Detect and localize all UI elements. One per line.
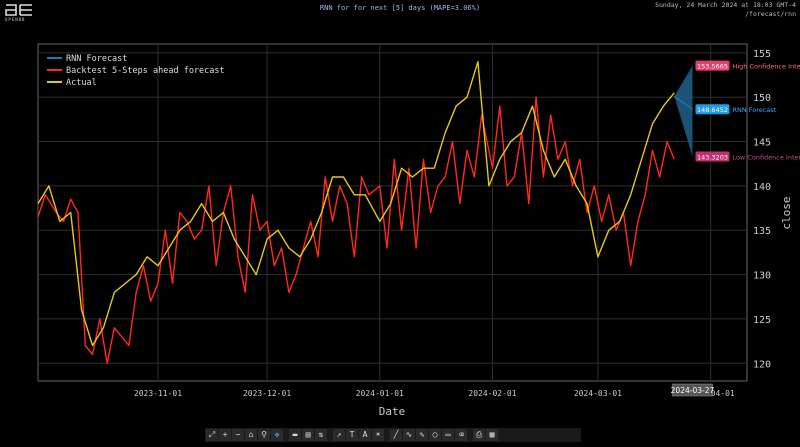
x-tick-label: 2024-03-01 <box>574 389 622 398</box>
y-tick-label: 155 <box>753 49 771 60</box>
annotation-text: High Confidence Interval (95.0%) <box>732 63 800 71</box>
chart[interactable]: 2023-11-01 2023-12-01 2024-01-01 2024-02-01… <box>0 26 800 426</box>
download-csv-icon[interactable]: ▦ <box>486 429 498 441</box>
autoscale-icon[interactable]: ⤢ <box>206 429 218 441</box>
flip-axis-icon[interactable]: ⇅ <box>315 429 327 441</box>
draw-circle-icon[interactable]: ◯ <box>429 429 441 441</box>
y-tick-label: 145 <box>753 138 771 149</box>
header-date: Sunday, 24 March 2024 at 18:03 GMT-4 /fo… <box>655 1 796 19</box>
add-title-icon[interactable]: T <box>346 429 358 441</box>
dark-mode-icon[interactable]: ☀ <box>372 429 384 441</box>
remove-legend-icon[interactable]: ▬ <box>289 429 301 441</box>
draw-rect-icon[interactable]: ▭ <box>442 429 454 441</box>
y-tick-label: 150 <box>753 93 771 104</box>
annotation-text: Low Confidence Interval (5.0%) <box>732 153 800 161</box>
modebar: ⤢ + − ⌂ ⚲ ✥ ▬ ▤ ⇅ ↗ T A ☀ ╱ ∿ ✎ ◯ ▭ ⌫ ⎙ ▦ <box>205 428 581 442</box>
download-image-icon[interactable]: ⎙ <box>473 429 485 441</box>
erase-shape-icon[interactable]: ⌫ <box>455 429 467 441</box>
zoom-icon[interactable]: ⚲ <box>258 429 270 441</box>
y-tick-label: 140 <box>753 182 771 193</box>
annotation-text: RNN Forecast <box>732 106 776 114</box>
x-tick-label: 2024-01-01 <box>356 389 404 398</box>
command-path: /forecast/rnn <box>745 10 796 18</box>
x-tick-label: 2023-12-01 <box>243 389 291 398</box>
annotation-value: 153.5665 <box>697 63 728 71</box>
hover-x-label: 2024-03-27 <box>671 383 715 397</box>
timestamp: Sunday, 24 March 2024 at 18:03 GMT-4 <box>655 1 796 9</box>
y-axis-label: close <box>780 196 793 229</box>
x-tick-labels: 2023-11-01 2023-12-01 2024-01-01 2024-02-01… <box>134 389 735 398</box>
legend-entry[interactable]: Backtest 5-Steps ahead forecast <box>66 66 225 76</box>
header: OPENBB RNN for for next [5] days (MAPE=3… <box>0 0 800 26</box>
legend-entry[interactable]: Actual <box>66 78 97 88</box>
annotation-value: 143.3203 <box>697 153 728 161</box>
draw-freehand-icon[interactable]: ✎ <box>416 429 428 441</box>
legend-entry[interactable]: RNN Forecast <box>66 54 127 64</box>
y-tick-label: 130 <box>753 271 771 282</box>
draw-line-icon[interactable]: ╱ <box>390 429 402 441</box>
toggle-legend-icon[interactable]: ▤ <box>302 429 314 441</box>
x-tick-label: 2023-11-01 <box>134 389 182 398</box>
change-scale-icon[interactable]: ↗ <box>333 429 345 441</box>
y-tick-label: 125 <box>753 315 771 326</box>
add-text-icon[interactable]: A <box>359 429 371 441</box>
x-tick-label: 2024-02-01 <box>468 389 516 398</box>
y-tick-label: 135 <box>753 226 771 237</box>
draw-open-path-icon[interactable]: ∿ <box>403 429 415 441</box>
zoom-in-icon[interactable]: + <box>219 429 231 441</box>
pan-icon[interactable]: ✥ <box>271 429 283 441</box>
hover-label-text: 2024-03-27 <box>671 386 715 395</box>
y-tick-labels: 120 125 130 135 140 145 150 155 <box>753 49 771 370</box>
zoom-out-icon[interactable]: − <box>232 429 244 441</box>
annotation-value: 148.6452 <box>697 106 728 114</box>
y-tick-label: 120 <box>753 359 771 370</box>
logo-text: OPENBB <box>5 17 26 22</box>
home-icon[interactable]: ⌂ <box>245 429 257 441</box>
x-axis-label: Date <box>379 405 406 418</box>
